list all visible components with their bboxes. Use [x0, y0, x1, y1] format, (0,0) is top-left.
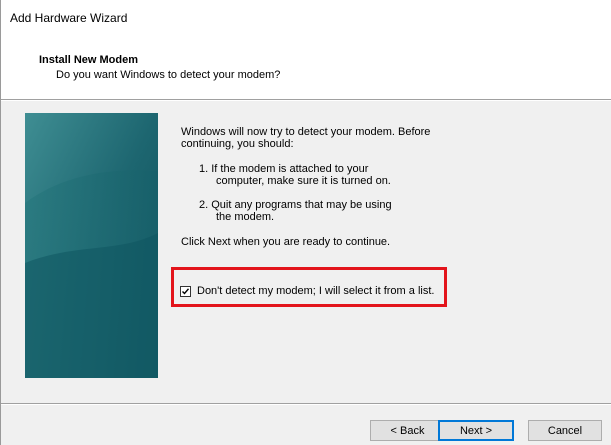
page-title: Install New Modem: [39, 54, 139, 66]
wizard-header: Install New Modem Do you want Windows to…: [1, 32, 611, 99]
step-2-line-1: 2. Quit any programs that may be using: [199, 199, 392, 211]
wizard-footer: < Back Next > Cancel: [1, 405, 611, 445]
back-button[interactable]: < Back: [370, 420, 445, 441]
intro-line-2: continuing, you should:: [181, 138, 294, 150]
step-2-line-2: the modem.: [216, 211, 275, 223]
intro-line-1: Windows will now try to detect your mode…: [181, 126, 431, 138]
wizard-window: Add Hardware Wizard Install New Modem Do…: [0, 0, 611, 445]
step-1-line-2: computer, make sure it is turned on.: [216, 175, 391, 187]
next-button[interactable]: Next >: [438, 420, 514, 441]
wizard-content: Windows will now try to detect your mode…: [1, 101, 611, 403]
title-bar: Add Hardware Wizard: [1, 0, 611, 32]
banner-graphic: [25, 113, 158, 378]
window-title: Add Hardware Wizard: [10, 11, 128, 25]
wizard-banner-image: [25, 113, 158, 378]
cancel-button[interactable]: Cancel: [528, 420, 602, 441]
dont-detect-checkbox[interactable]: [180, 285, 191, 297]
dont-detect-label[interactable]: Don't detect my modem; I will select it …: [197, 285, 434, 297]
checkmark-icon: [182, 287, 190, 295]
instruction-text: Click Next when you are ready to continu…: [181, 236, 391, 248]
dont-detect-option[interactable]: Don't detect my modem; I will select it …: [180, 283, 434, 299]
step-1-line-1: 1. If the modem is attached to your: [199, 163, 369, 175]
page-subtitle: Do you want Windows to detect your modem…: [56, 69, 281, 81]
